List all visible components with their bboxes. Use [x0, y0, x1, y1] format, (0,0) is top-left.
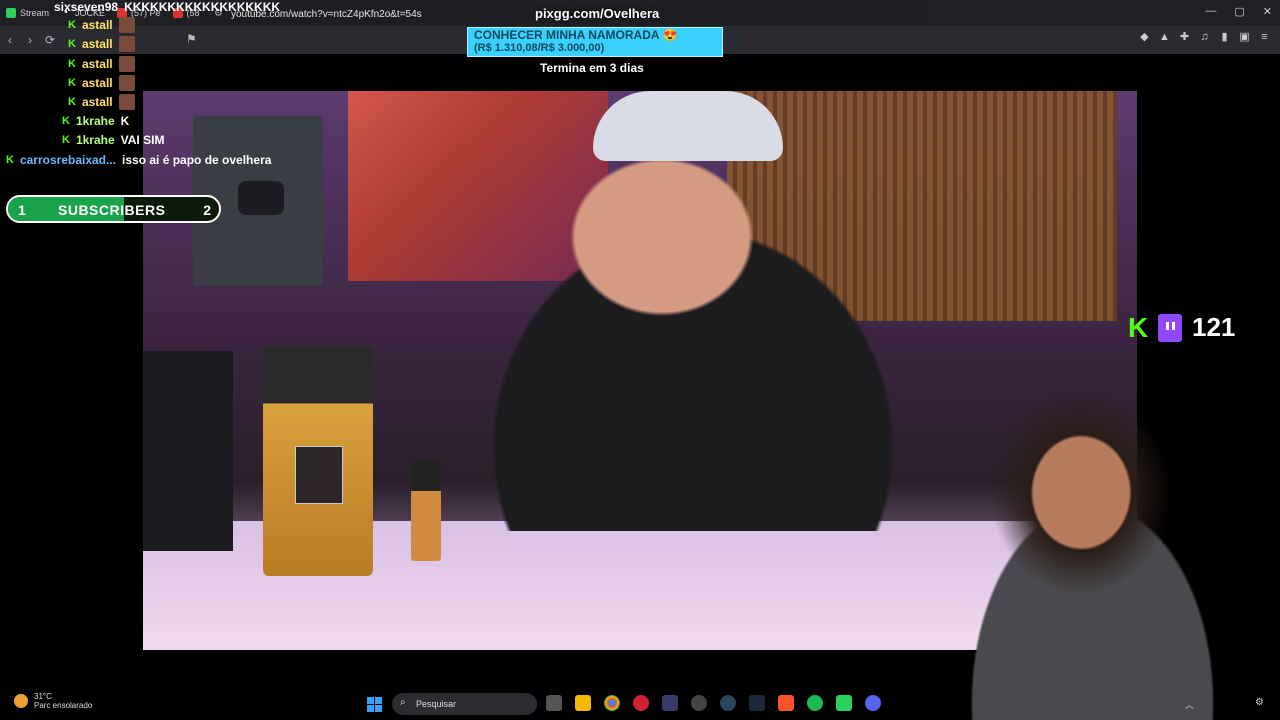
chat-emote-icon — [118, 75, 135, 91]
forward-icon[interactable]: › — [20, 33, 40, 47]
kick-badge-icon: K — [68, 77, 76, 89]
chat-username: carrosrebaixad... — [19, 153, 117, 167]
chat-message: sixseven98 KKKKKKKKKKKKKKKKKK — [54, 0, 280, 14]
spotify-icon[interactable] — [807, 695, 823, 711]
chat-username: astall — [81, 57, 113, 71]
close-window-button[interactable]: ✕ — [1263, 5, 1272, 18]
subscriber-goal-to: 2 — [203, 202, 211, 218]
notification-icon[interactable]: ⚙ — [1255, 697, 1264, 708]
kick-badge-icon: K — [68, 19, 76, 31]
chat-message: Kastall — [68, 75, 135, 91]
puzzle-icon[interactable]: ✚ — [1179, 32, 1190, 43]
cap-image — [593, 91, 783, 161]
chat-message: K 1krahe K — [62, 114, 129, 128]
chat-emote-icon — [118, 56, 135, 72]
browser-tab[interactable]: Stream — [0, 0, 55, 26]
chrome-icon[interactable] — [604, 695, 620, 711]
goal-amount: (R$ 1.310,08/R$ 3.000,00) — [474, 42, 605, 54]
settings-icon[interactable] — [691, 695, 707, 711]
chat-message: Kcarrosrebaixad... isso ai é papo de ovel… — [6, 153, 271, 167]
goal-ends-text: Termina em 3 dias — [540, 61, 644, 75]
perfume-box-image — [143, 351, 233, 551]
viewer-count: 121 — [1192, 312, 1236, 342]
pix-site-label: pixgg.com/Ovelhera — [535, 6, 660, 21]
chat-username: sixseven98 — [54, 0, 119, 14]
viewer-count-badge: K 121 — [1128, 312, 1235, 343]
sun-icon — [14, 694, 28, 708]
twitch-icon — [1158, 313, 1182, 342]
kick-badge-icon: K — [62, 115, 70, 127]
extensions-toolbar: ◆ ▲ ✚ ♫ ▮ ▣ ≡ — [1139, 32, 1270, 43]
reload-icon[interactable]: ⟳ — [40, 33, 60, 47]
chat-text: VAI SIM — [120, 133, 165, 147]
chat-emote-icon — [118, 36, 135, 52]
media-icon[interactable]: ♫ — [1199, 32, 1210, 43]
chat-message: Kastall — [68, 17, 135, 33]
kick-badge-icon: K — [68, 96, 76, 108]
chat-message: Kastall — [68, 94, 135, 110]
goal-title: CONHECER MINHA NAMORADA 😍 — [474, 28, 678, 42]
subscriber-goal-from: 1 — [18, 202, 26, 218]
kick-badge-icon: K — [62, 134, 70, 146]
kick-icon — [6, 8, 16, 18]
subscriber-goal-bar: 1 SUBSCRIBERS 2 — [6, 195, 221, 223]
weather-widget[interactable]: 31°C Parc ensolarado — [14, 692, 92, 710]
kick-badge-icon: K — [68, 58, 76, 70]
webcam-overlay — [905, 395, 1280, 720]
chat-emote-icon — [118, 17, 135, 33]
play-icon — [238, 181, 284, 215]
perfume-bottle-image — [263, 346, 373, 576]
chat-message: Kastall — [68, 36, 135, 52]
minimize-button[interactable]: — — [1205, 5, 1216, 18]
extension-icon[interactable]: ▲ — [1159, 32, 1170, 43]
chat-message: K 1krahe VAI SIM — [62, 133, 164, 147]
chat-username: 1krahe — [75, 114, 115, 128]
chat-username: astall — [81, 18, 113, 32]
kick-badge-icon: K — [68, 38, 76, 50]
taskbar-search[interactable]: ⌕ Pesquisar — [392, 693, 537, 715]
kick-app-icon[interactable] — [836, 695, 852, 711]
shield-icon[interactable]: ◆ — [1139, 32, 1150, 43]
chat-text: isso ai é papo de ovelhera — [122, 153, 272, 167]
taskbar-apps — [546, 695, 881, 711]
chat-username: astall — [81, 37, 113, 51]
chat-text: KKKKKKKKKKKKKKKKKK — [124, 0, 281, 14]
file-explorer-icon[interactable] — [575, 695, 591, 711]
maximize-button[interactable]: ▢ — [1234, 5, 1244, 18]
kick-badge-icon: K — [6, 154, 14, 166]
weather-desc: Parc ensolarado — [34, 701, 93, 710]
chat-username: astall — [81, 95, 113, 109]
browser-tab-label: Stream — [20, 8, 50, 18]
kick-icon: K — [1128, 311, 1149, 343]
sidebar-icon[interactable]: ▮ — [1219, 32, 1230, 43]
app-icon-2[interactable] — [720, 695, 736, 711]
task-view-icon[interactable] — [546, 695, 562, 711]
taskbar-search-placeholder: Pesquisar — [416, 699, 457, 709]
chat-emote-icon — [118, 94, 135, 110]
window-controls: — ▢ ✕ — [1205, 5, 1272, 18]
steam-icon[interactable] — [749, 695, 765, 711]
brave-icon[interactable] — [778, 695, 794, 711]
app-icon[interactable] — [662, 695, 678, 711]
tray-arrow-icon[interactable]: ︿ — [1185, 698, 1194, 711]
chat-text: K — [120, 114, 130, 128]
weather-temp: 31°C — [34, 692, 52, 701]
bookmark-icon[interactable]: ⚑ — [186, 32, 197, 46]
search-icon: ⌕ — [400, 697, 406, 708]
chat-username: 1krahe — [75, 133, 115, 147]
menu-icon[interactable]: ≡ — [1259, 32, 1270, 43]
donation-goal: CONHECER MINHA NAMORADA 😍 (R$ 1.310,08/R… — [467, 27, 723, 57]
chat-username: astall — [81, 76, 113, 90]
windows-start-icon[interactable] — [367, 697, 382, 712]
back-icon[interactable]: ‹ — [0, 33, 20, 47]
discord-icon[interactable] — [865, 695, 881, 711]
subscriber-goal-label: SUBSCRIBERS — [58, 202, 166, 218]
chat-message: Kastall — [68, 56, 135, 72]
opera-icon[interactable] — [633, 695, 649, 711]
wallet-icon[interactable]: ▣ — [1239, 32, 1250, 43]
bottle-label — [295, 446, 343, 504]
